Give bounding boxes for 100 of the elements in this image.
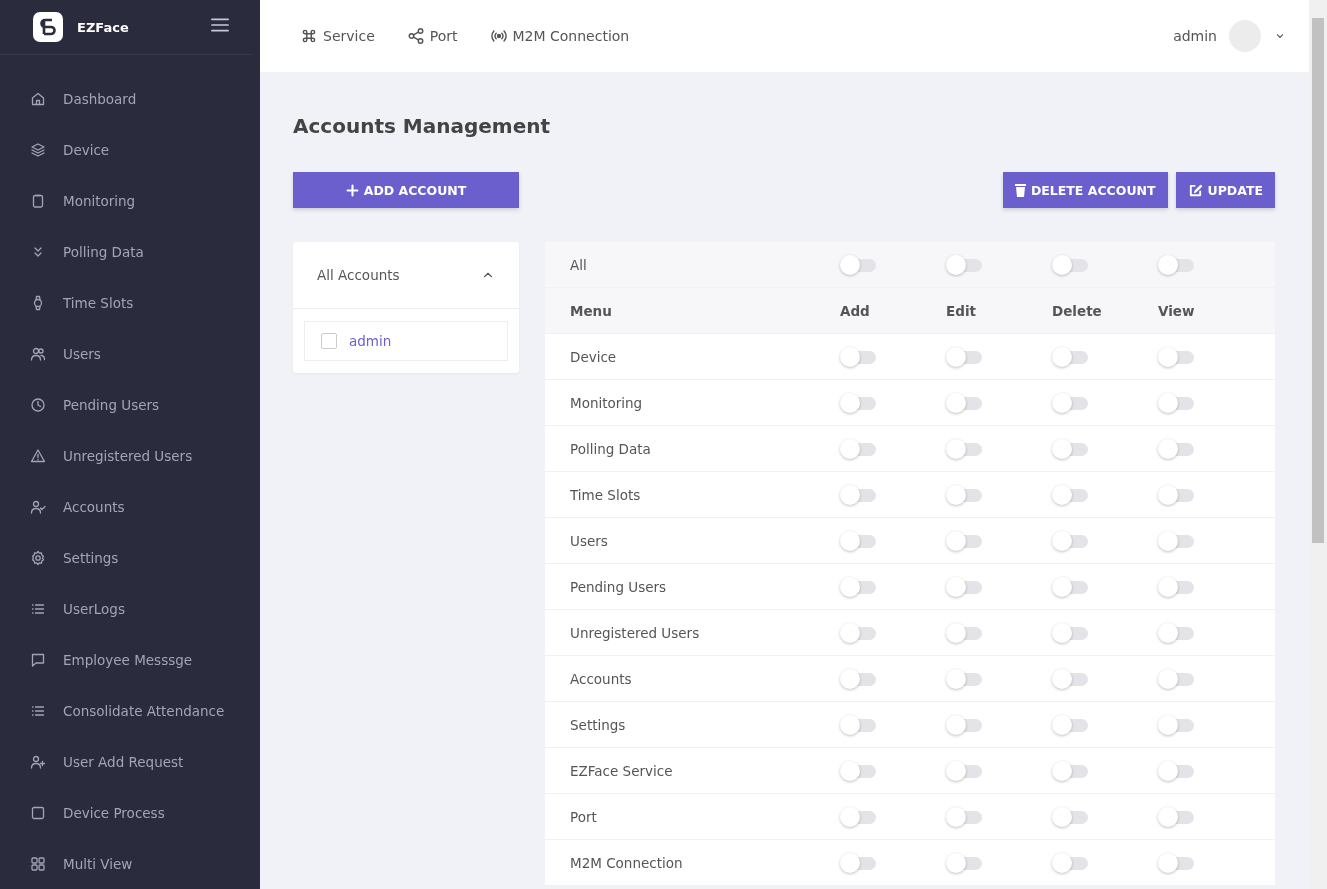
sidebar-item[interactable]: Polling Data — [0, 226, 260, 277]
toggle-switch[interactable] — [840, 438, 878, 459]
sidebar-item[interactable]: Employee Messsge — [0, 634, 260, 685]
sidebar-item[interactable]: Consolidate Attendance — [0, 685, 260, 736]
sidebar-item[interactable]: Pending Users — [0, 379, 260, 430]
toggle-switch[interactable] — [840, 806, 878, 827]
toggle-switch[interactable] — [1158, 438, 1196, 459]
toggle-switch[interactable] — [840, 852, 878, 873]
toggle-switch[interactable] — [946, 852, 984, 873]
toggle-switch[interactable] — [840, 254, 878, 275]
nav-link[interactable]: Port — [406, 27, 458, 45]
toggle-switch[interactable] — [840, 760, 878, 781]
toggle-switch[interactable] — [1052, 714, 1090, 735]
sidebar-item[interactable]: Accounts — [0, 481, 260, 532]
toggle-switch[interactable] — [946, 438, 984, 459]
toggle-switch[interactable] — [1052, 438, 1090, 459]
table-cell: Device — [570, 348, 617, 365]
command-icon — [300, 27, 318, 45]
sidebar-item[interactable]: Settings — [0, 532, 260, 583]
toggle-switch[interactable] — [1052, 346, 1090, 367]
clock-icon — [30, 396, 46, 413]
toggle-switch[interactable] — [946, 806, 984, 827]
toggle-switch[interactable] — [946, 714, 984, 735]
scrollbar[interactable] — [1309, 0, 1327, 889]
table-cell: Users — [570, 532, 608, 549]
toggle-switch[interactable] — [1052, 852, 1090, 873]
toggle-switch[interactable] — [1158, 346, 1196, 367]
toggle-switch[interactable] — [1052, 622, 1090, 643]
toggle-switch[interactable] — [1052, 530, 1090, 551]
toggle-switch[interactable] — [946, 392, 984, 413]
toggle-switch[interactable] — [1052, 254, 1090, 275]
table-cell: Unregistered Users — [570, 624, 700, 641]
table-cell: Accounts — [570, 670, 632, 687]
sidebar-item[interactable]: Users — [0, 328, 260, 379]
toggle-switch[interactable] — [946, 484, 984, 505]
home-icon — [30, 90, 46, 107]
toggle-switch[interactable] — [1158, 622, 1196, 643]
accounts-header[interactable]: All Accounts — [293, 242, 519, 309]
nav-link[interactable]: M2M Connection — [489, 27, 630, 45]
table-cell: Port — [570, 808, 597, 825]
toggle-switch[interactable] — [1052, 392, 1090, 413]
toggle-switch[interactable] — [1158, 714, 1196, 735]
toggle-switch[interactable] — [1158, 806, 1196, 827]
toggle-switch[interactable] — [946, 622, 984, 643]
layers-icon — [30, 141, 46, 158]
toggle-switch[interactable] — [1158, 254, 1196, 275]
clipboard-icon — [30, 192, 46, 209]
delete-account-button[interactable]: DELETE ACCOUNT — [1002, 172, 1168, 208]
account-item[interactable]: admin — [304, 321, 508, 361]
sidebar-item[interactable]: Multi View — [0, 838, 260, 889]
users-icon — [30, 345, 46, 362]
toggle-switch[interactable] — [840, 576, 878, 597]
toggle-switch[interactable] — [840, 346, 878, 367]
toggle-switch[interactable] — [1052, 484, 1090, 505]
sidebar-item[interactable]: Time Slots — [0, 277, 260, 328]
toggle-switch[interactable] — [1158, 760, 1196, 781]
toggle-switch[interactable] — [1052, 668, 1090, 689]
plus-icon — [345, 183, 359, 197]
toggle-switch[interactable] — [946, 346, 984, 367]
toggle-switch[interactable] — [840, 392, 878, 413]
share-icon — [406, 27, 425, 45]
update-button[interactable]: UPDATE — [1175, 172, 1275, 208]
toggle-switch[interactable] — [840, 530, 878, 551]
sidebar-item[interactable]: Monitoring — [0, 175, 260, 226]
sidebar-item[interactable]: UserLogs — [0, 583, 260, 634]
sidebar-item[interactable]: Unregistered Users — [0, 430, 260, 481]
toggle-switch[interactable] — [840, 622, 878, 643]
toggle-switch[interactable] — [1158, 852, 1196, 873]
sidebar-item[interactable]: Device — [0, 124, 260, 175]
sidebar-item[interactable]: Device Process — [0, 787, 260, 838]
toggle-switch[interactable] — [946, 530, 984, 551]
broadcast-icon — [489, 27, 508, 45]
toggle-switch[interactable] — [946, 254, 984, 275]
column-header: Delete — [1052, 302, 1102, 319]
toggle-switch[interactable] — [840, 668, 878, 689]
table-cell: Pending Users — [570, 578, 667, 595]
table-cell: M2M Connection — [570, 854, 683, 871]
table-cell: Monitoring — [570, 394, 643, 411]
toggle-switch[interactable] — [1052, 806, 1090, 827]
toggle-switch[interactable] — [946, 760, 984, 781]
toggle-switch[interactable] — [1158, 668, 1196, 689]
toggle-switch[interactable] — [840, 714, 878, 735]
toggle-switch[interactable] — [840, 484, 878, 505]
warning-icon — [30, 447, 46, 464]
toggle-switch[interactable] — [946, 576, 984, 597]
user-name: admin — [1173, 28, 1217, 44]
toggle-switch[interactable] — [946, 668, 984, 689]
add-account-button[interactable]: ADD ACCOUNT — [293, 172, 519, 208]
nav-link[interactable]: Service — [300, 27, 375, 45]
sidebar-item[interactable]: User Add Request — [0, 736, 260, 787]
toggle-switch[interactable] — [1052, 760, 1090, 781]
toggle-switch[interactable] — [1052, 576, 1090, 597]
sidebar-item[interactable]: Dashboard — [0, 73, 260, 124]
toggle-switch[interactable] — [1158, 484, 1196, 505]
table-cell: EZFace Service — [570, 762, 673, 779]
toggle-switch[interactable] — [1158, 392, 1196, 413]
user-check-icon — [30, 498, 46, 515]
toggle-switch[interactable] — [1158, 530, 1196, 551]
checkbox[interactable] — [321, 333, 337, 349]
toggle-switch[interactable] — [1158, 576, 1196, 597]
